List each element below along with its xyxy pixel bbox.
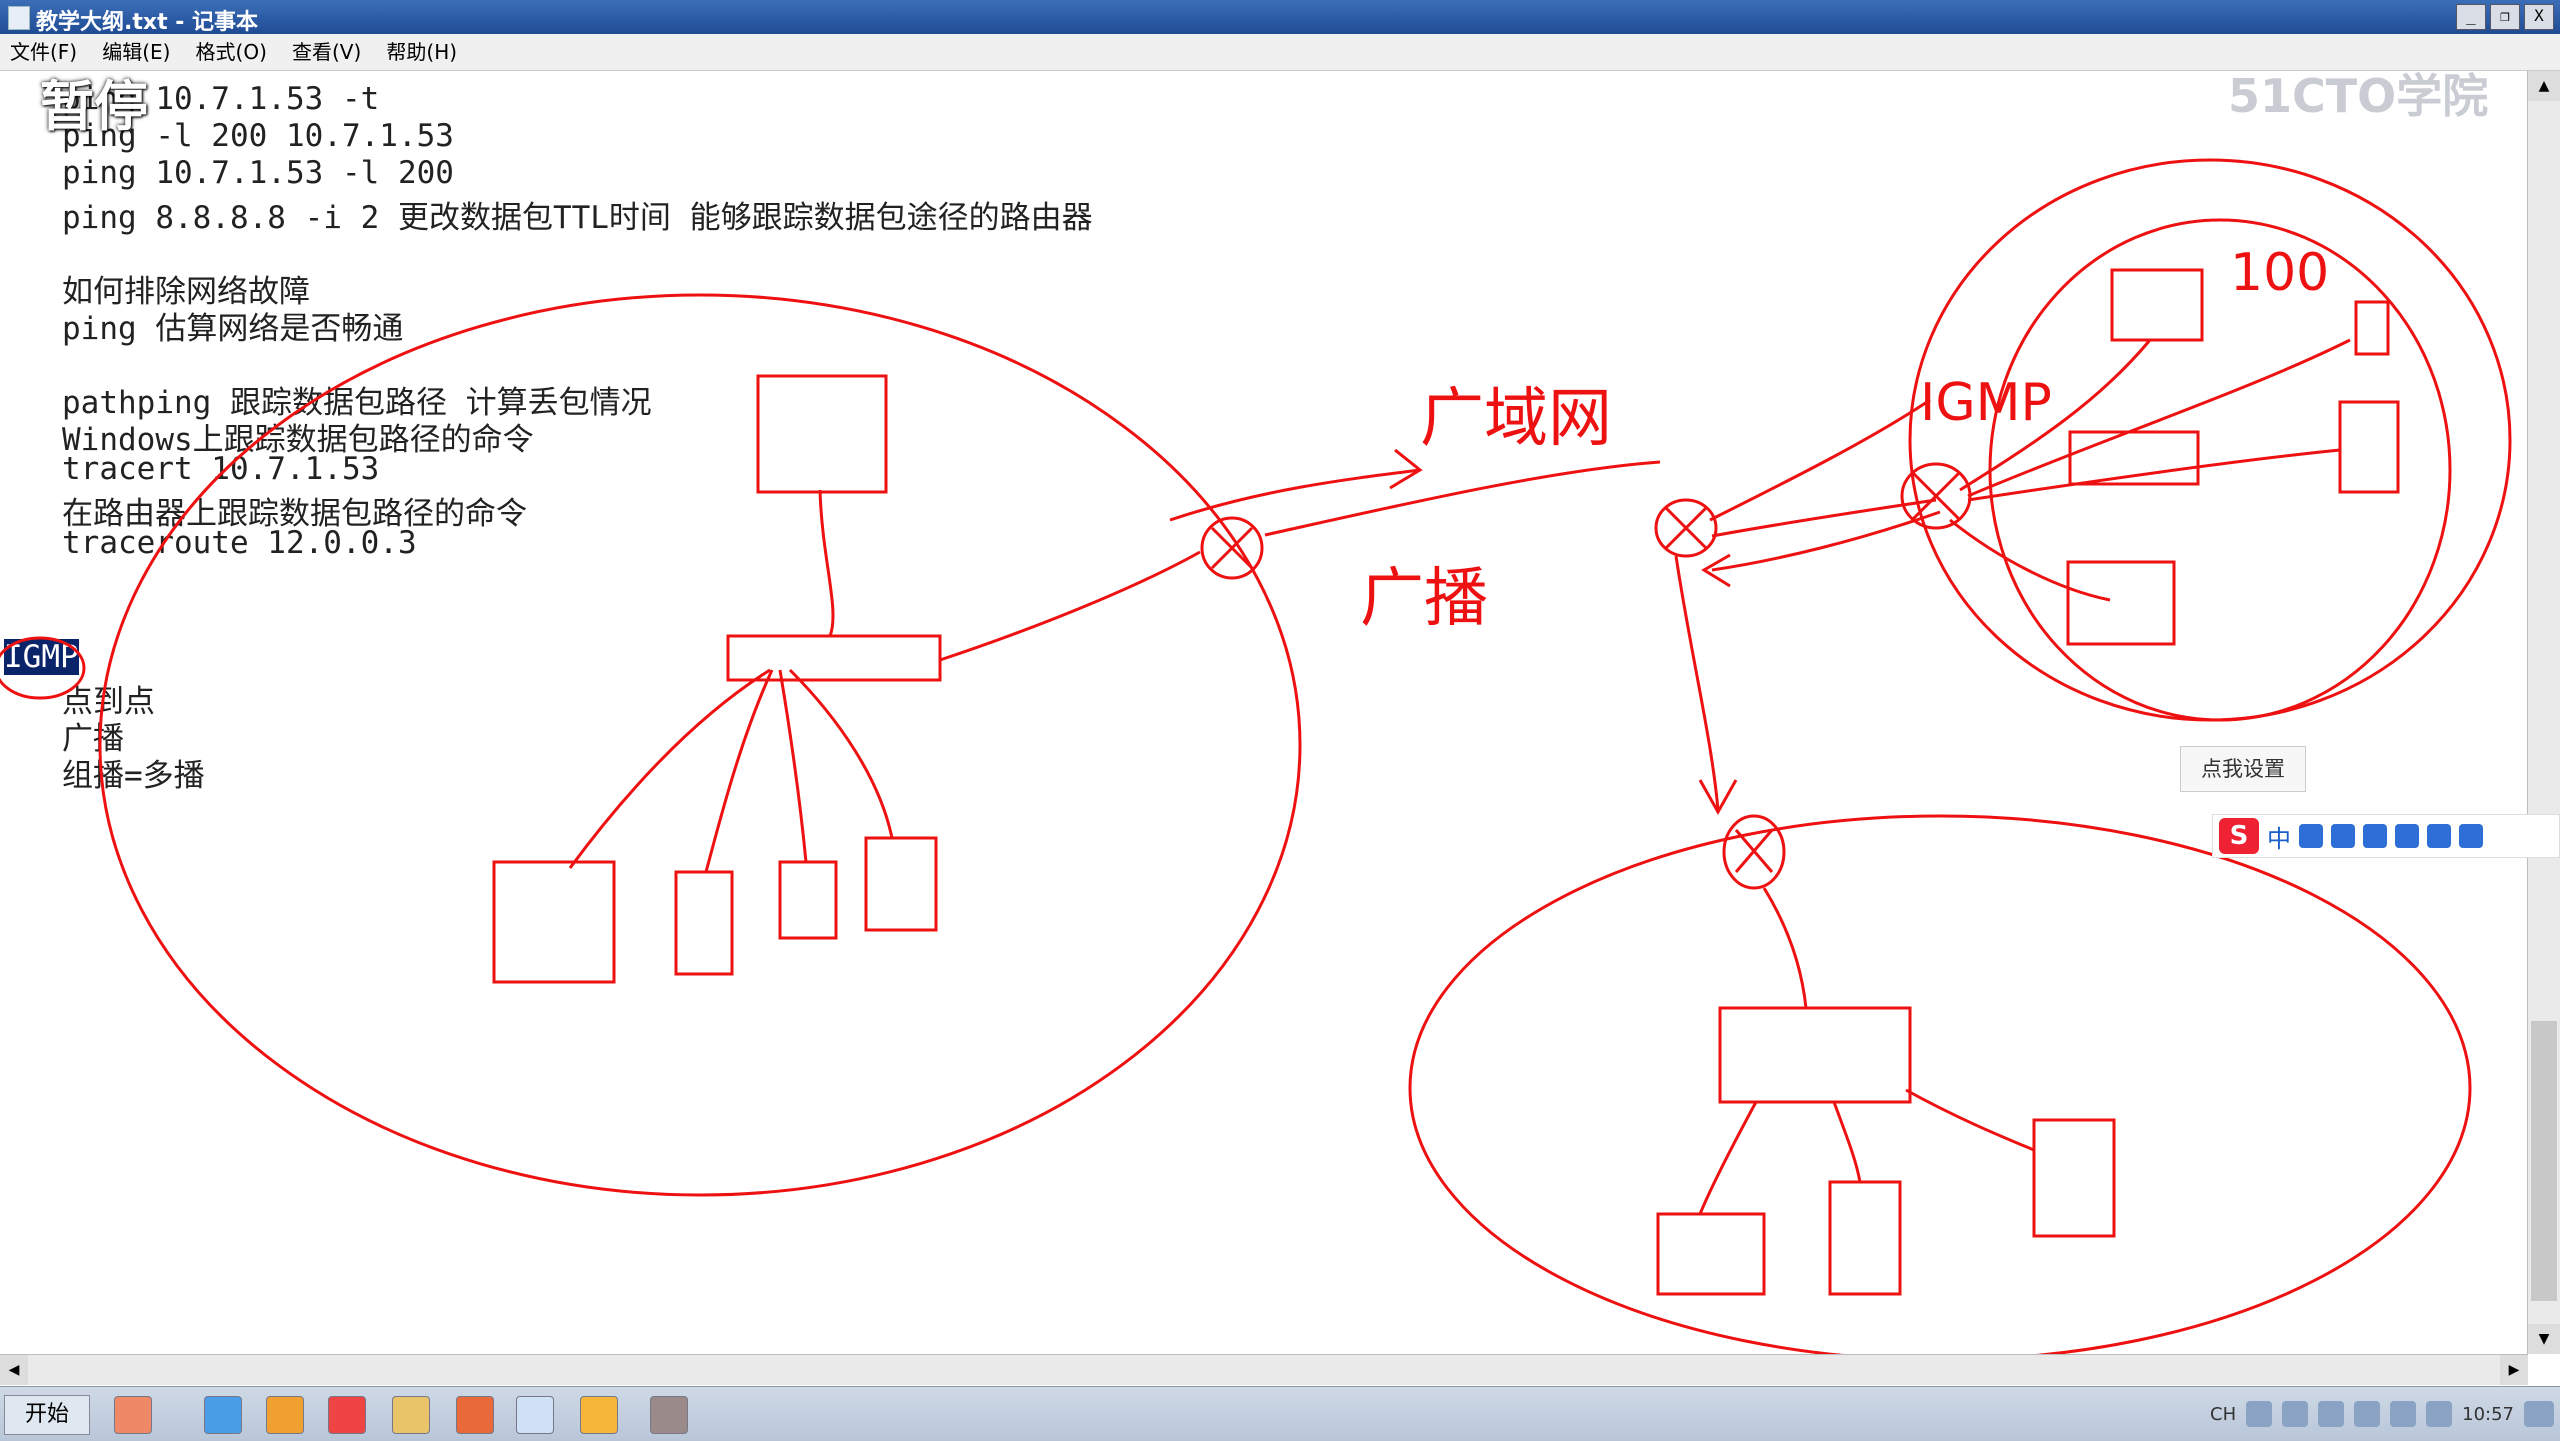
sogou-logo-icon[interactable]: S (2219, 818, 2259, 854)
ime-toolbar: S 中 (2212, 814, 2560, 858)
clock[interactable]: 10:57 (2462, 1404, 2514, 1425)
scroll-right-icon[interactable]: ▶ (2500, 1355, 2528, 1385)
app-icon[interactable] (580, 1396, 618, 1434)
display-icon[interactable] (2426, 1401, 2453, 1427)
start-button[interactable]: 开始 (4, 1395, 90, 1435)
title-bar: 教学大纲.txt - 记事本 _ ❐ X (0, 0, 2560, 35)
window-title: 教学大纲.txt - 记事本 (36, 10, 259, 35)
menu-bar: 文件(F) 编辑(E) 格式(O) 查看(V) 帮助(H) (0, 34, 2560, 71)
system-tray: CH 10:57 (2210, 1395, 2554, 1433)
text-line: traceroute 12.0.0.3 (62, 525, 417, 561)
minimize-button[interactable]: _ (2456, 4, 2486, 30)
ie-icon[interactable] (204, 1396, 242, 1434)
menu-format[interactable]: 格式(O) (186, 34, 277, 70)
text-line: ping 估算网络是否畅通 (62, 311, 404, 347)
battery-icon[interactable] (2318, 1401, 2345, 1427)
help-icon[interactable] (2246, 1401, 2273, 1427)
network-icon[interactable] (2282, 1401, 2309, 1427)
skin-icon[interactable] (2427, 824, 2451, 848)
show-desktop-icon[interactable] (2524, 1401, 2554, 1427)
powerpoint-icon[interactable] (456, 1396, 494, 1434)
text-editor[interactable]: ping 10.7.1.53 -t ping -l 200 10.7.1.53 … (0, 71, 2528, 1354)
wrench-icon[interactable] (2459, 824, 2483, 848)
punctuation-icon[interactable] (2331, 824, 2355, 848)
scroll-thumb[interactable] (2531, 1021, 2557, 1301)
user-icon[interactable] (2395, 824, 2419, 848)
keyboard-icon[interactable] (2363, 824, 2387, 848)
text-line: ping 8.8.8.8 -i 2 更改数据包TTL时间 能够跟踪数据包途径的路… (62, 200, 1093, 236)
taskbar: 开始 CH 10:57 (0, 1386, 2560, 1441)
menu-help[interactable]: 帮助(H) (376, 34, 467, 70)
scroll-up-icon[interactable]: ▲ (2528, 71, 2560, 101)
chrome-icon[interactable] (328, 1396, 366, 1434)
ime-settings-tooltip[interactable]: 点我设置 (2180, 746, 2306, 792)
close-button[interactable]: X (2524, 4, 2554, 30)
arrow-up-icon[interactable] (2354, 1401, 2381, 1427)
selected-text: IGMP (4, 639, 79, 675)
app-icon[interactable] (650, 1396, 688, 1434)
text-line-selected: IGMP (4, 639, 79, 675)
notepad-icon (8, 6, 30, 30)
notepad-taskbar-icon[interactable] (516, 1396, 554, 1434)
window-controls: _ ❐ X (2456, 4, 2554, 30)
vertical-scrollbar[interactable]: ▲ ▼ (2527, 71, 2560, 1354)
text-line: 组播=多播 (62, 758, 205, 794)
pause-overlay[interactable]: 暂停 (40, 62, 148, 141)
text-line: ping 10.7.1.53 -l 200 (62, 155, 454, 191)
ime-mode-toggle[interactable]: 中 (2267, 819, 2291, 854)
printer-icon[interactable] (2390, 1401, 2417, 1427)
folder-icon[interactable] (392, 1396, 430, 1434)
scroll-down-icon[interactable]: ▼ (2528, 1324, 2560, 1354)
horizontal-scrollbar[interactable]: ◀ ▶ (0, 1354, 2528, 1385)
watermark-logo: 51CTO学院 (2228, 69, 2489, 123)
scroll-left-icon[interactable]: ◀ (0, 1355, 28, 1385)
app-icon[interactable] (114, 1396, 152, 1434)
maximize-button[interactable]: ❐ (2490, 4, 2520, 30)
language-indicator[interactable]: CH (2210, 1404, 2236, 1425)
app-icon[interactable] (266, 1396, 304, 1434)
text-line: tracert 10.7.1.53 (62, 451, 380, 487)
menu-view[interactable]: 查看(V) (282, 34, 371, 70)
moon-icon[interactable] (2299, 824, 2323, 848)
